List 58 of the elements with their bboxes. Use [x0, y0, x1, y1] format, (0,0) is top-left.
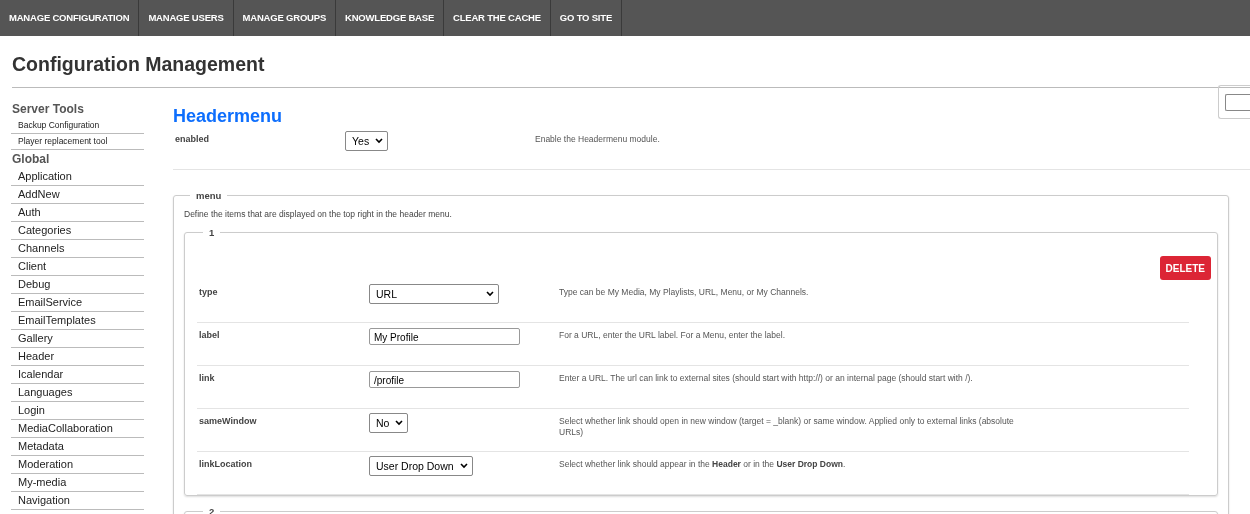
sidebar-heading: Server Tools: [11, 101, 85, 118]
sidebar-item[interactable]: Icalendar: [11, 366, 144, 384]
field-description: Enter a URL. The url can link to external sites (should start with http://) or an internal page (should start with /).: [559, 372, 974, 384]
text-field[interactable]: /profile: [369, 371, 520, 388]
sidebar-heading: Global: [11, 151, 51, 168]
sidebar-item[interactable]: Navigation: [11, 492, 144, 510]
sidebar-item[interactable]: MediaCollaboration: [11, 420, 144, 438]
select-field[interactable]: Yes: [345, 131, 389, 151]
sidebar-item[interactable]: Player replacement tool: [11, 134, 144, 150]
text-field[interactable]: My Profile: [369, 328, 520, 345]
delete-button[interactable]: DELETE: [1159, 256, 1211, 280]
sidebar-item[interactable]: Application: [11, 168, 144, 186]
select-field[interactable]: User Drop Down: [369, 456, 473, 476]
sidebar-item[interactable]: AddNew: [11, 186, 144, 204]
sidebar-item[interactable]: Channels: [11, 240, 144, 258]
sidebar-item[interactable]: My-media: [11, 474, 144, 492]
field-label: type: [199, 286, 219, 297]
sidebar-item[interactable]: Backup Configuration: [11, 118, 144, 134]
nav-link[interactable]: MANAGE USERS: [139, 0, 234, 36]
sidebar-item[interactable]: Moderation: [11, 456, 144, 474]
fieldset-description: Define the items that are displayed on the top right in the header menu.: [184, 209, 453, 219]
nav-link[interactable]: KNOWLEDGE BASE: [336, 0, 445, 36]
sidebar-item[interactable]: Languages: [11, 384, 144, 402]
field-description: Select whether link should open in new window (target = _blank) or same window. Applied only to external links (absolute URLs): [559, 415, 1015, 438]
field-label: enabled: [175, 133, 210, 144]
input-field[interactable]: [1225, 94, 1250, 111]
caret-icon: [395, 420, 404, 426]
sidebar-item[interactable]: Client: [11, 258, 144, 276]
field-description: For a URL, enter the URL label. For a Menu, enter the label.: [559, 329, 786, 341]
field-label: link: [199, 372, 216, 383]
field-label: sameWindow: [199, 415, 258, 426]
select-field[interactable]: URL: [369, 284, 499, 304]
module-title: Headermenu: [173, 106, 283, 127]
sidebar-item[interactable]: Debug: [11, 276, 144, 294]
caret-icon: [375, 138, 384, 144]
caret-icon: [486, 291, 494, 297]
nav-link[interactable]: MANAGE GROUPS: [233, 0, 336, 36]
field-description: Enable the Headermenu module.: [535, 133, 661, 145]
sidebar-item[interactable]: EmailTemplates: [11, 312, 144, 330]
nav-link[interactable]: MANAGE CONFIGURATION: [0, 0, 140, 36]
sidebar-item[interactable]: Categories: [11, 222, 144, 240]
nav-link[interactable]: CLEAR THE CACHE: [444, 0, 551, 36]
field-description: Select whether link should appear in the Header or in the User Drop Down.: [559, 458, 847, 470]
sidebar-item[interactable]: EmailService: [11, 294, 144, 312]
sidebar-item[interactable]: Header: [11, 348, 144, 366]
sidebar-item[interactable]: Metadata: [11, 438, 144, 456]
fieldset-legend: 1: [203, 227, 221, 238]
select-field[interactable]: No: [369, 413, 409, 433]
field-label: label: [199, 329, 221, 340]
page-title: Configuration Management: [12, 53, 266, 76]
field-label: linkLocation: [199, 458, 253, 469]
nav-link[interactable]: GO TO SITE: [550, 0, 623, 36]
field-description: Type can be My Media, My Playlists, URL, Menu, or My Channels.: [559, 286, 810, 298]
fieldset-legend: menu: [190, 190, 228, 201]
caret-icon: [459, 463, 468, 469]
sidebar-item[interactable]: Auth: [11, 204, 144, 222]
sidebar-item[interactable]: Gallery: [11, 330, 144, 348]
sidebar-item[interactable]: Login: [11, 402, 144, 420]
